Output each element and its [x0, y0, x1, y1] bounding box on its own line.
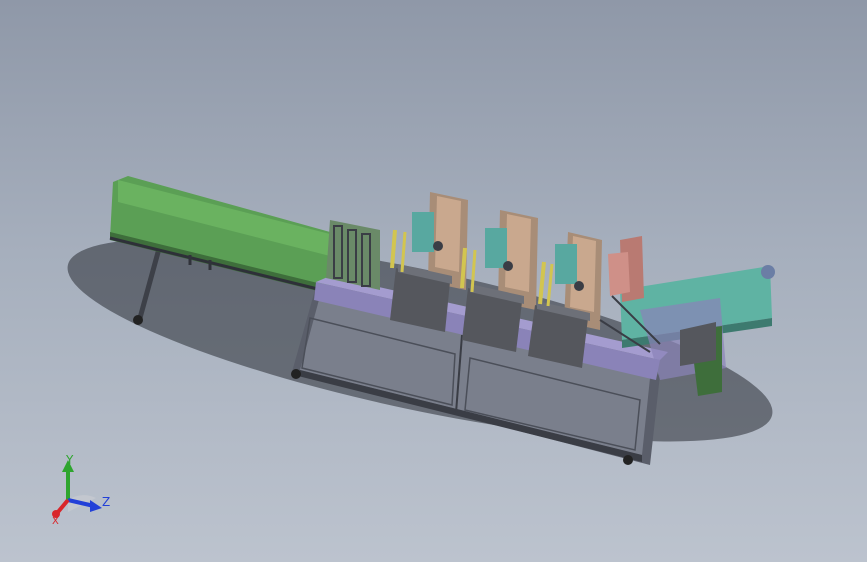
axis-label-x: X	[52, 516, 59, 527]
axis-label-y: Y	[66, 453, 74, 467]
feed-guide[interactable]	[326, 220, 380, 290]
axis-triad: Y Z X	[40, 450, 120, 530]
axis-label-z: Z	[102, 495, 111, 509]
cad-viewport[interactable]: Y Z X	[0, 0, 867, 562]
machine-model[interactable]	[0, 0, 867, 562]
